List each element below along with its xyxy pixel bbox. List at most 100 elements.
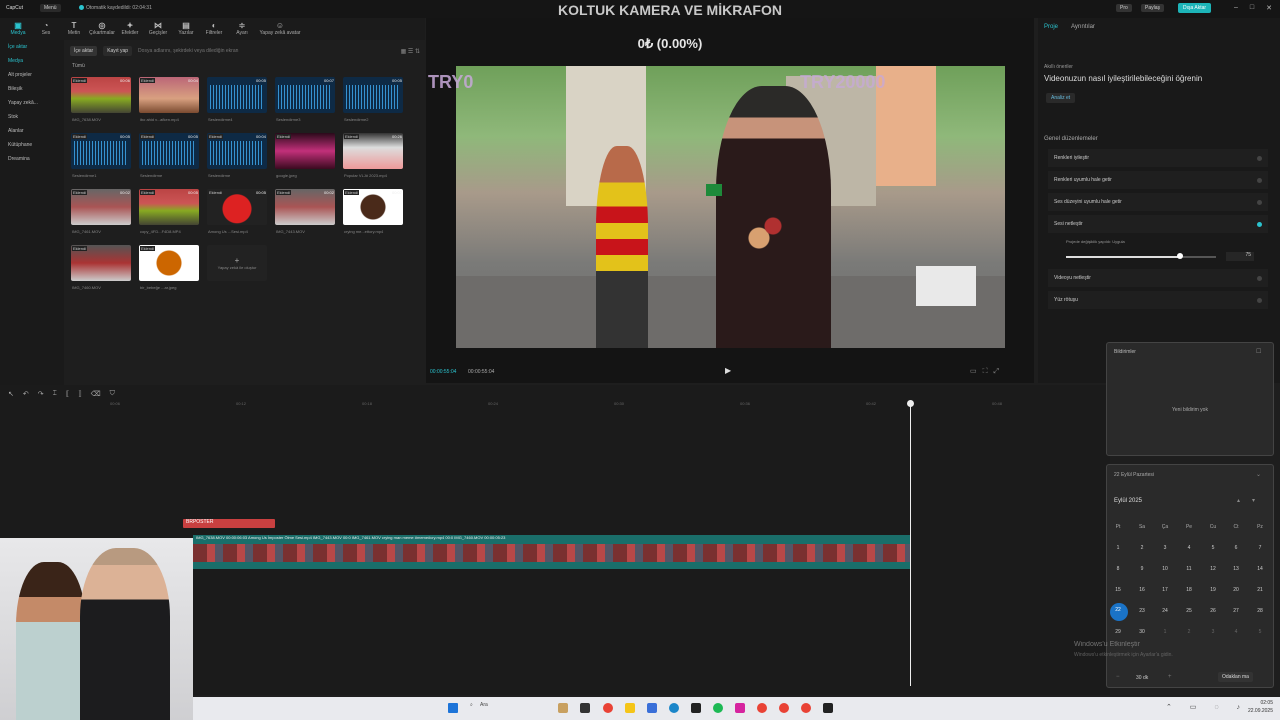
windows-start-icon[interactable] xyxy=(448,703,458,713)
toggle-icon[interactable] xyxy=(1257,275,1262,281)
calendar-day[interactable]: 1 xyxy=(1110,545,1126,551)
taskbar-time[interactable]: 02:05 xyxy=(1237,700,1273,706)
taskbar-search[interactable]: ⌕ Ara xyxy=(468,702,538,714)
calendar-day[interactable]: 15 xyxy=(1110,587,1126,593)
store-icon[interactable] xyxy=(647,703,657,713)
tool-media[interactable]: ▣ Medya xyxy=(6,18,30,40)
plus-icon[interactable]: + xyxy=(1168,674,1172,680)
minus-icon[interactable]: − xyxy=(1116,674,1120,680)
calendar-day[interactable]: 22 xyxy=(1110,607,1126,613)
media-item[interactable]: Eklendi xyxy=(275,133,335,169)
taskbar-date[interactable]: 22.09.2025 xyxy=(1237,708,1273,714)
option-match-colors[interactable]: Renkleri uyumlu hale getir xyxy=(1048,171,1268,189)
calendar-day[interactable]: 27 xyxy=(1228,608,1244,614)
sidebar-item-subprojects[interactable]: Alt projeler xyxy=(0,68,64,82)
close-icon[interactable]: ✕ xyxy=(1266,4,1272,12)
media-item[interactable]: Eklendi 00:04 xyxy=(207,133,267,169)
calendar-day[interactable]: 16 xyxy=(1134,587,1150,593)
tool-transitions[interactable]: ⋈ Geçişler xyxy=(146,18,170,40)
playhead[interactable] xyxy=(910,402,911,686)
pro-button[interactable]: Pro xyxy=(1116,4,1132,12)
calendar-day[interactable]: 19 xyxy=(1205,587,1221,593)
media-item[interactable]: Eklendi 00:05 xyxy=(139,189,199,225)
sidebar-item-library[interactable]: Kütüphane xyxy=(0,138,64,152)
calendar-day[interactable]: 2 xyxy=(1134,545,1150,551)
tray-icons[interactable]: ⌃ ▭ ◌ ♪ xyxy=(1166,703,1248,711)
option-enhance-colors[interactable]: Renkleri iyileştir xyxy=(1048,149,1268,167)
tool-ai-avatar[interactable]: ☺ Yapay zekâ avatar xyxy=(258,18,302,40)
calendar-day[interactable]: 30 xyxy=(1134,629,1150,635)
calendar-day[interactable]: 4 xyxy=(1228,629,1244,635)
media-search-input[interactable] xyxy=(138,46,299,56)
tool-adjust[interactable]: ≑ Ayarı xyxy=(230,18,254,40)
calendar-day[interactable]: 28 xyxy=(1252,608,1268,614)
tool-audio[interactable]: ◔ Ses xyxy=(34,18,58,40)
calendar-day[interactable]: 25 xyxy=(1181,608,1197,614)
focus-button[interactable]: Odaklan ma xyxy=(1218,672,1253,682)
media-item[interactable]: Eklendi 00:04 xyxy=(139,77,199,113)
tool-text[interactable]: T Metin xyxy=(62,18,86,40)
sidebar-item-ai[interactable]: Yapay zekâ... xyxy=(0,96,64,110)
chrome-profile-icon[interactable] xyxy=(757,703,767,713)
chrome-profile2-icon[interactable] xyxy=(779,703,789,713)
focus-duration[interactable]: 30 dk xyxy=(1136,675,1148,681)
calendar-day[interactable]: 7 xyxy=(1252,545,1268,551)
share-button[interactable]: Paylaş xyxy=(1141,4,1165,12)
undo-icon[interactable]: ↶ xyxy=(23,390,29,398)
calendar-day[interactable]: 17 xyxy=(1157,587,1173,593)
select-icon[interactable]: ↖ xyxy=(8,390,14,398)
calendar-day[interactable]: 1 xyxy=(1157,629,1173,635)
calendar-day[interactable]: 26 xyxy=(1205,608,1221,614)
sidebar-item-stock[interactable]: Stok xyxy=(0,110,64,124)
video-frame[interactable] xyxy=(456,66,1005,348)
timeline-ruler[interactable]: 00:06 00:12 00:18 00:24 00:30 00:36 00:4… xyxy=(70,401,1110,409)
toggle-icon[interactable] xyxy=(1257,199,1262,205)
split-icon[interactable]: ⌶ xyxy=(53,390,57,398)
ai-suggestions-link[interactable]: Videonuzun nasıl iyileştirilebileceğini … xyxy=(1044,74,1202,83)
option-enhance-video[interactable]: Videoyu netleştir xyxy=(1048,269,1268,287)
calendar-day[interactable]: 6 xyxy=(1228,545,1244,551)
calendar-day[interactable]: 24 xyxy=(1157,608,1173,614)
capcut-icon[interactable] xyxy=(691,703,701,713)
instagram-icon[interactable] xyxy=(735,703,745,713)
chrome-profile3-icon[interactable] xyxy=(801,703,811,713)
trim-right-icon[interactable]: ⟧ xyxy=(78,390,81,398)
sidebar-item-compound[interactable]: Bileşik xyxy=(0,82,64,96)
tool-filters[interactable]: ◐ Filtreler xyxy=(202,18,226,40)
calendar-day[interactable]: 3 xyxy=(1157,545,1173,551)
view-toggle-icon[interactable]: ▦ ☰ ⇅ xyxy=(401,48,420,55)
media-item[interactable]: Eklendi xyxy=(71,245,131,281)
bell-off-icon[interactable]: ☐ xyxy=(1256,348,1261,355)
redo-icon[interactable]: ↷ xyxy=(38,390,44,398)
media-item[interactable]: Eklendi 00:05 xyxy=(139,133,199,169)
marker-icon[interactable]: ⛉ xyxy=(110,390,115,398)
sidebar-item-spaces[interactable]: Alanlar xyxy=(0,124,64,138)
calendar-day[interactable]: 23 xyxy=(1134,608,1150,614)
edge-icon[interactable] xyxy=(669,703,679,713)
media-item[interactable]: Eklendi 00:02 xyxy=(275,189,335,225)
ai-create-tile[interactable]: + Yapay zekâ ile oluştur xyxy=(207,245,267,281)
toggle-icon[interactable] xyxy=(1257,155,1262,161)
spotify-icon[interactable] xyxy=(713,703,723,713)
folder-icon[interactable] xyxy=(625,703,635,713)
option-enhance-voice[interactable]: Sesi netleştir xyxy=(1048,215,1268,233)
media-filter-all[interactable]: Tümü xyxy=(72,63,85,69)
media-item[interactable]: Eklendi 00:05 xyxy=(71,133,131,169)
voice-slider-handle[interactable] xyxy=(1177,253,1183,259)
media-item[interactable]: Eklendi xyxy=(139,245,199,281)
calendar-day[interactable]: 5 xyxy=(1205,545,1221,551)
record-button[interactable]: Kayıt yap xyxy=(103,46,133,56)
tab-project[interactable]: Proje xyxy=(1044,24,1058,30)
tool-captions[interactable]: ▤ Yazılar xyxy=(174,18,198,40)
play-icon[interactable]: ▶ xyxy=(725,366,735,376)
media-item[interactable]: Eklendi 00:05 xyxy=(207,189,267,225)
chrome-icon[interactable] xyxy=(603,703,613,713)
option-face-retouch[interactable]: Yüz rötuşu xyxy=(1048,291,1268,309)
sidebar-item-dreamina[interactable]: Dreamina xyxy=(0,152,64,166)
chevron-down-icon[interactable]: ⌄ xyxy=(1256,471,1261,478)
calendar-day[interactable]: 5 xyxy=(1252,629,1268,635)
playhead-handle[interactable] xyxy=(907,400,914,407)
taskview-icon[interactable] xyxy=(580,703,590,713)
tool-stickers[interactable]: ◎ Çıkartmalar xyxy=(89,18,115,40)
media-item[interactable]: Eklendi 00:02 xyxy=(71,189,131,225)
